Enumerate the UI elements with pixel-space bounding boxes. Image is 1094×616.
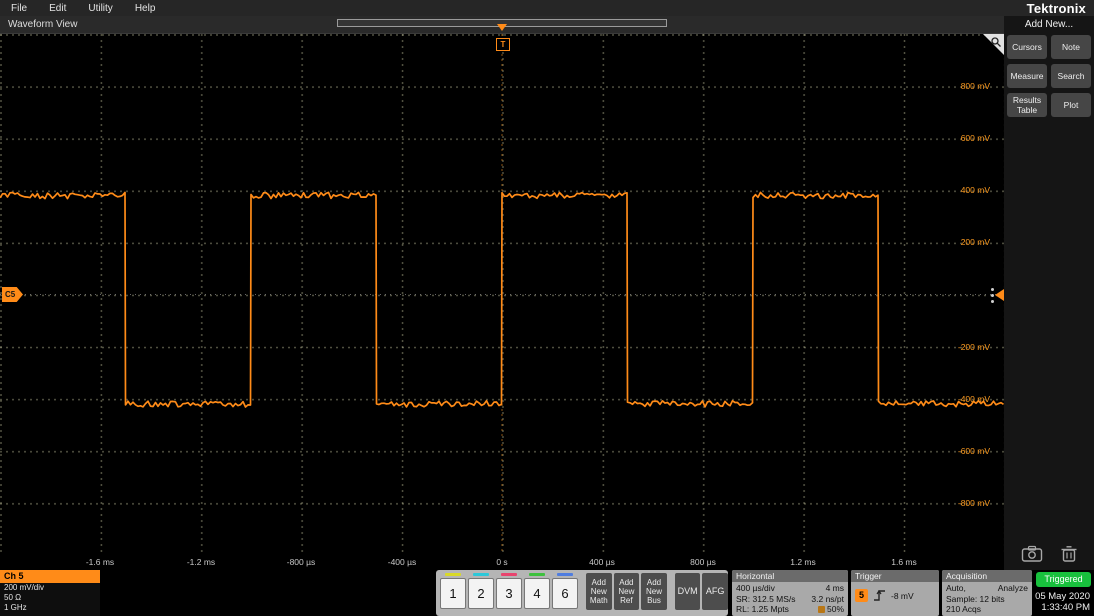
waveform-trace[interactable] xyxy=(0,34,1004,555)
time-label: 1.6 ms xyxy=(891,557,917,567)
trigger-status-badge: Triggered xyxy=(1036,572,1091,587)
add-new-header: Add New... xyxy=(1004,19,1094,30)
channel-4-label: 4 xyxy=(524,578,550,609)
menu-utility[interactable]: Utility xyxy=(88,3,112,14)
channel-4-color-dash xyxy=(529,573,545,576)
channel-scale: 200 mV/div xyxy=(0,583,100,593)
add-new-buttons: Cursors Note Measure Search Results Tabl… xyxy=(1004,35,1094,117)
voltage-label: -800 mV xyxy=(958,498,990,508)
time-label: -1.2 ms xyxy=(187,557,215,567)
horizontal-window: 4 ms xyxy=(826,583,844,594)
horizontal-position: 50% xyxy=(827,604,844,614)
waveform-view: Waveform View T 800 mV 600 mV 400 mV 200… xyxy=(0,16,1004,570)
trigger-position-arrow-icon[interactable] xyxy=(497,24,507,31)
voltage-label: -400 mV xyxy=(958,394,990,404)
results-table-button[interactable]: Results Table xyxy=(1007,93,1047,117)
time-label: 1.2 ms xyxy=(790,557,816,567)
channel-1-label: 1 xyxy=(440,578,466,609)
channel-button-2[interactable]: 2 xyxy=(468,573,494,609)
date-text: 05 May 2020 xyxy=(1035,591,1090,602)
time-label: -400 µs xyxy=(388,557,417,567)
acquisition-mode: Auto, xyxy=(946,583,966,594)
view-title: Waveform View xyxy=(8,19,77,30)
menu-bar: File Edit Utility Help Tektronix xyxy=(0,0,1094,16)
time-label: -1.6 ms xyxy=(86,557,114,567)
channel-button-3[interactable]: 3 xyxy=(496,573,522,609)
trash-icon[interactable] xyxy=(1060,545,1078,563)
trigger-level: -8 mV xyxy=(891,591,914,601)
add-new-bus-button[interactable]: Add New Bus xyxy=(641,573,667,610)
note-button[interactable]: Note xyxy=(1051,35,1091,59)
trigger-source-badge: 5 xyxy=(855,589,868,602)
tektronix-logo: Tektronix xyxy=(1027,1,1086,16)
channel-3-color-dash xyxy=(501,573,517,576)
add-new-ref-button[interactable]: Add New Ref xyxy=(614,573,640,610)
channel-1-color-dash xyxy=(445,573,461,576)
add-new-math-button[interactable]: Add New Math xyxy=(586,573,612,610)
channel-2-color-dash xyxy=(473,573,489,576)
voltage-label: -200 mV xyxy=(958,342,990,352)
channel-button-1[interactable]: 1 xyxy=(440,573,466,609)
acquisition-sample-depth: Sample: 12 bits xyxy=(946,594,1005,605)
magnifier-icon xyxy=(990,36,1002,48)
menu-file[interactable]: File xyxy=(11,3,27,14)
voltage-label: 600 mV xyxy=(961,133,990,143)
channel-2-label: 2 xyxy=(468,578,494,609)
time-label: -800 µs xyxy=(287,557,316,567)
acquisition-badge[interactable]: Acquisition Auto, Analyze Sample: 12 bit… xyxy=(942,570,1032,616)
drag-handle-dots[interactable] xyxy=(991,288,994,291)
measure-button[interactable]: Measure xyxy=(1007,64,1047,88)
trigger-title: Trigger xyxy=(851,570,939,582)
acquisition-analyze: Analyze xyxy=(998,583,1028,594)
horizontal-scale: 400 µs/div xyxy=(736,583,775,594)
channel-6-color-dash xyxy=(557,573,573,576)
channel-button-6[interactable]: 6 xyxy=(552,573,578,609)
horizontal-sample-rate: SR: 312.5 MS/s xyxy=(736,594,796,605)
trigger-position-icon xyxy=(818,606,825,613)
time-label: 800 µs xyxy=(690,557,716,567)
channel-5-name: Ch 5 xyxy=(0,570,100,583)
acquisition-count: 210 Acqs xyxy=(946,604,981,615)
plot-button[interactable]: Plot xyxy=(1051,93,1091,117)
channel-tray: 1 2 3 4 6 Add New Math Add New Ref Add N… xyxy=(436,570,728,616)
trigger-flag[interactable]: T xyxy=(496,38,510,51)
voltage-label: -600 mV xyxy=(958,446,990,456)
acquisition-title: Acquisition xyxy=(942,570,1032,582)
channel-bandwidth: 1 GHz xyxy=(0,603,100,613)
horizontal-sample-interval: 3.2 ns/pt xyxy=(811,594,844,605)
time-label: 400 µs xyxy=(589,557,615,567)
horizontal-record-length: RL: 1.25 Mpts xyxy=(736,604,789,615)
view-header: Waveform View xyxy=(0,16,1004,33)
voltage-label: 400 mV xyxy=(961,185,990,195)
menu-edit[interactable]: Edit xyxy=(49,3,66,14)
channel-button-4[interactable]: 4 xyxy=(524,573,550,609)
channel-5-badge[interactable]: Ch 5 200 mV/div 50 Ω 1 GHz xyxy=(0,570,100,616)
voltage-label: 800 mV xyxy=(961,81,990,91)
voltage-label: 200 mV xyxy=(961,237,990,247)
horizontal-badge[interactable]: Horizontal 400 µs/div 4 ms SR: 312.5 MS/… xyxy=(732,570,848,616)
graticule-area[interactable]: T 800 mV 600 mV 400 mV 200 mV -200 mV -4… xyxy=(0,33,1004,555)
rising-edge-slope-icon xyxy=(873,589,886,602)
settings-bar: Ch 5 200 mV/div 50 Ω 1 GHz 1 2 3 4 xyxy=(0,570,1094,616)
trigger-badge[interactable]: Trigger 5 -8 mV xyxy=(851,570,939,616)
dvm-button[interactable]: DVM xyxy=(675,573,701,610)
screenshot-icon[interactable] xyxy=(1021,545,1043,563)
time-text: 1:33:40 PM xyxy=(1035,602,1090,613)
time-label: 0 s xyxy=(496,557,507,567)
channel-3-label: 3 xyxy=(496,578,522,609)
horizontal-position-wrap: 50% xyxy=(818,604,844,615)
menu-help[interactable]: Help xyxy=(135,3,156,14)
results-bar: Add New... Cursors Note Measure Search R… xyxy=(1004,16,1094,570)
datetime-display: 05 May 2020 1:33:40 PM xyxy=(1035,591,1090,613)
horizontal-title: Horizontal xyxy=(732,570,848,582)
time-axis: -1.6 ms -1.2 ms -800 µs -400 µs 0 s 400 … xyxy=(0,554,1004,570)
afg-button[interactable]: AFG xyxy=(702,573,728,610)
channel-6-label: 6 xyxy=(552,578,578,609)
trigger-level-arrow-icon[interactable] xyxy=(995,289,1004,301)
cursors-button[interactable]: Cursors xyxy=(1007,35,1047,59)
search-button[interactable]: Search xyxy=(1051,64,1091,88)
oscilloscope-app: File Edit Utility Help Tektronix Wavefor… xyxy=(0,0,1094,616)
channel-termination: 50 Ω xyxy=(0,593,100,603)
